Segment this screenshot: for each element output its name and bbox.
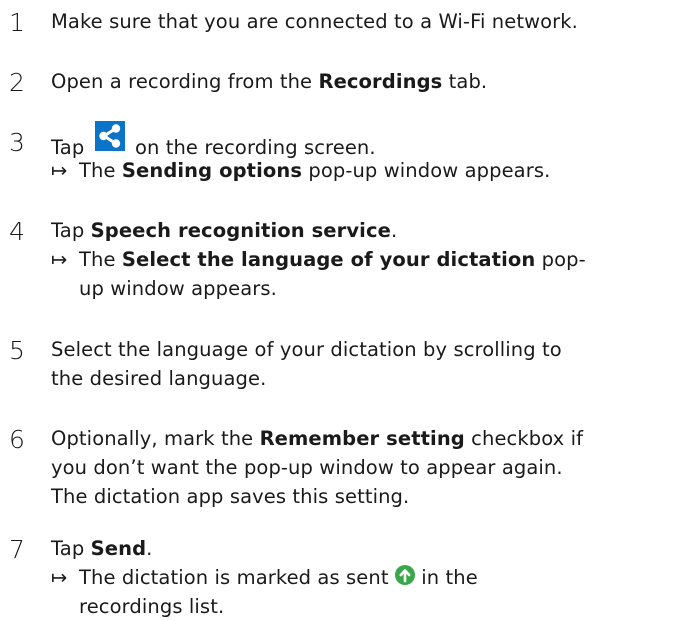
step-text: Open a recording from the Recordings tab… bbox=[51, 67, 487, 96]
step-number: 3 bbox=[9, 128, 25, 157]
step-text: Select the language of your dictation by… bbox=[51, 335, 562, 364]
result-arrow-icon: ↦ bbox=[51, 159, 68, 182]
result-text-line2: up window appears. bbox=[79, 277, 277, 300]
step-text-line3: The dictation app saves this setting. bbox=[51, 485, 410, 508]
result-text-line2: recordings list. bbox=[79, 595, 225, 618]
step-result-continued: recordings list. bbox=[79, 592, 224, 621]
result-text-bold: Select the language of your dictation bbox=[121, 248, 536, 271]
step-text: Make sure that you are connected to a Wi… bbox=[51, 7, 578, 36]
step-text-before: Open a recording from the bbox=[51, 70, 319, 93]
result-arrow-icon: ↦ bbox=[51, 566, 68, 589]
step-text-bold: Speech recognition service bbox=[90, 219, 391, 242]
step-text-continued: you don’t want the pop-up window to appe… bbox=[51, 453, 563, 482]
step-number: 4 bbox=[9, 217, 25, 246]
result-text-after: pop-up window appears. bbox=[302, 159, 551, 182]
step-text-after: checkbox if bbox=[464, 427, 584, 450]
share-icon bbox=[94, 121, 125, 151]
step-result-continued: up window appears. bbox=[79, 274, 277, 303]
result-text-before: The bbox=[79, 248, 122, 271]
step-text-bold: Send bbox=[90, 537, 147, 560]
step-result: ↦ The Sending options pop-up window appea… bbox=[51, 156, 550, 185]
result-arrow-icon: ↦ bbox=[51, 248, 68, 271]
step-text-bold: Recordings bbox=[318, 70, 443, 93]
step-text: Tap Send. bbox=[51, 534, 152, 563]
step-number: 7 bbox=[9, 535, 25, 564]
step-text: Tap Speech recognition service. bbox=[51, 216, 397, 245]
result-text-bold: Sending options bbox=[121, 159, 303, 182]
instruction-page: 1 Make sure that you are connected to a … bbox=[0, 0, 677, 621]
step-text-continued: The dictation app saves this setting. bbox=[51, 482, 409, 511]
step-number: 6 bbox=[9, 425, 25, 454]
step-text-before: Tap bbox=[51, 219, 91, 242]
result-text-after: pop- bbox=[535, 248, 586, 271]
step-number: 5 bbox=[9, 336, 25, 365]
sent-icon bbox=[394, 565, 415, 585]
step-text-line2: the desired language. bbox=[51, 367, 267, 390]
result-text-before: The dictation is marked as sent bbox=[79, 566, 389, 589]
step-text-after: tab. bbox=[442, 70, 488, 93]
step-result: ↦ The dictation is marked as sent in the bbox=[51, 563, 478, 592]
step-text-before: Tap bbox=[51, 537, 91, 560]
step-text-line2: you don’t want the pop-up window to appe… bbox=[51, 456, 563, 479]
step-text-bold: Remember setting bbox=[259, 427, 465, 450]
step-text-content: Make sure that you are connected to a Wi… bbox=[51, 10, 578, 33]
step-number: 2 bbox=[9, 68, 25, 97]
result-text-before: The bbox=[79, 159, 122, 182]
step-text-after: . bbox=[390, 219, 398, 242]
step-text-after: . bbox=[146, 537, 153, 560]
step-text-line1: Select the language of your dictation by… bbox=[51, 338, 562, 361]
step-number: 1 bbox=[9, 8, 25, 37]
step-result: ↦ The Select the language of your dictati… bbox=[51, 245, 586, 274]
step-text: Optionally, mark the Remember setting ch… bbox=[51, 424, 583, 453]
step-text-continued: the desired language. bbox=[51, 364, 266, 393]
result-text-after: in the bbox=[421, 566, 478, 589]
step-text-before: Optionally, mark the bbox=[51, 427, 260, 450]
